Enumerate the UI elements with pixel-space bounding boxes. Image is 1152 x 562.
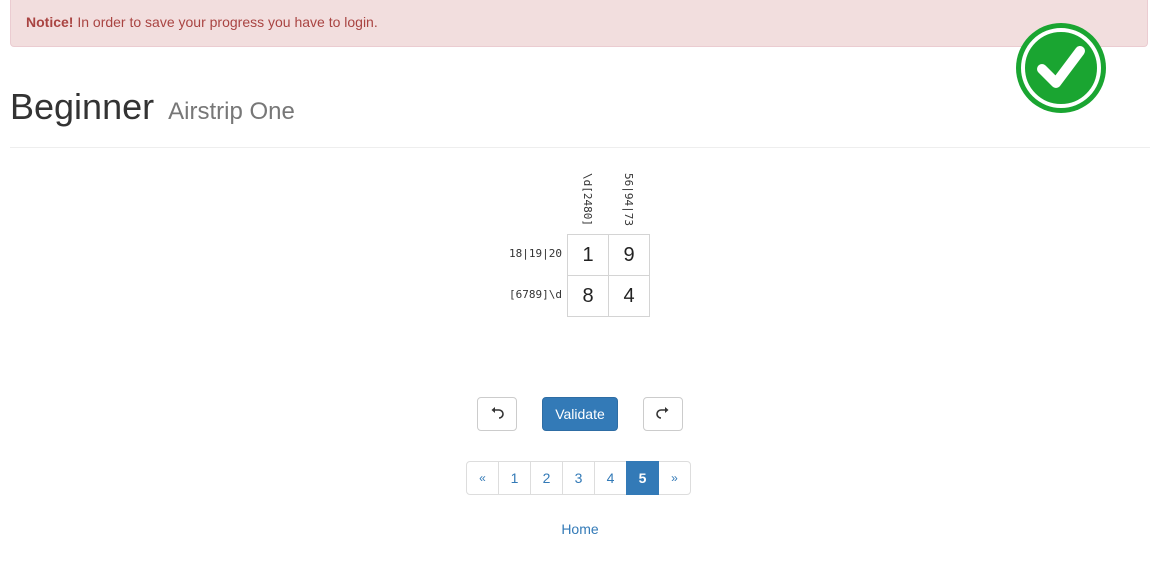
puzzle-grid: 1 9 8 4 [567, 234, 650, 317]
grid-cell[interactable]: 9 [608, 234, 650, 276]
validate-button[interactable]: Validate [542, 397, 618, 431]
page-link-5-active[interactable]: 5 [626, 461, 659, 495]
page-link-1[interactable]: 1 [498, 461, 531, 495]
home-link[interactable]: Home [0, 521, 1152, 537]
grid-row: 1 9 [567, 234, 650, 276]
grid-row: 8 4 [567, 275, 650, 317]
pagination: « 1 2 3 4 5 » [466, 461, 691, 495]
redo-button[interactable] [643, 397, 683, 431]
page-title: Beginner Airstrip One [10, 86, 295, 128]
grid-cell[interactable]: 4 [608, 275, 650, 317]
level-title: Beginner [10, 86, 155, 127]
check-circle-icon [1016, 23, 1106, 113]
alert-message: In order to save your progress you have … [77, 14, 378, 30]
undo-button[interactable] [477, 397, 517, 431]
header-divider [10, 147, 1150, 148]
page-link-3[interactable]: 3 [562, 461, 595, 495]
page-link-2[interactable]: 2 [530, 461, 563, 495]
redo-icon [656, 407, 669, 419]
grid-cell[interactable]: 1 [567, 234, 609, 276]
pagination-prev[interactable]: « [466, 461, 499, 495]
login-notice-alert: Notice! In order to save your progress y… [10, 0, 1148, 47]
alert-label: Notice! [26, 14, 74, 30]
row-clue: [6789]\d [509, 288, 562, 301]
undo-icon [491, 407, 504, 419]
page-link-4[interactable]: 4 [594, 461, 627, 495]
column-clue: \d[2480] [581, 173, 594, 226]
puzzle-subtitle: Airstrip One [168, 98, 295, 125]
column-clue: 56|94|73 [622, 173, 635, 226]
pagination-next[interactable]: » [658, 461, 691, 495]
grid-cell[interactable]: 8 [567, 275, 609, 317]
row-clue: 18|19|20 [509, 247, 562, 260]
